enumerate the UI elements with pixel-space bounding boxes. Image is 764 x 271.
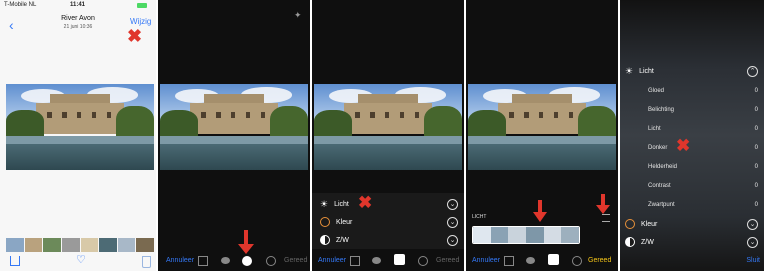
slider-row[interactable]: Helderheid 0 [620,160,764,174]
done-button[interactable]: Gereed [284,257,307,264]
slider-row[interactable]: Zwartpunt 0 [620,198,764,212]
crop-icon[interactable] [504,256,514,266]
arrow-down-icon [238,230,254,254]
category-label: Z/W [336,236,349,244]
panel-edit-mode: ✦ Annuleer Gereed [158,0,310,271]
crop-icon[interactable] [350,256,360,266]
crop-icon[interactable] [198,256,208,266]
x-marker-icon: ✖ [358,193,373,212]
done-button[interactable]: Gereed [588,257,611,264]
adjust-icon[interactable] [548,254,559,265]
slider-value: 0 [754,107,758,113]
more-icon[interactable] [418,256,428,266]
share-icon[interactable] [10,256,20,266]
slider-value: 0 [754,88,758,94]
category-label: Licht [334,200,349,208]
bw-icon [625,237,635,247]
slider-row[interactable]: Donker 0 [620,141,764,155]
more-icon[interactable] [266,256,276,266]
slider-value: 0 [754,145,758,151]
category-label: Z/W [641,238,654,246]
category-label: Kleur [641,220,658,228]
close-button[interactable]: Sluit [746,257,760,264]
chevron-down-icon[interactable]: ⌄ [447,216,458,228]
slider-label: Licht [648,126,661,132]
list-icon[interactable] [602,214,610,222]
edit-button[interactable]: Wijzig [130,17,151,26]
color-icon [625,219,635,229]
panel-light-sliders: ☀ Licht ⌃ Gloed 0 Belichting 0 Licht 0 Donker 0… [620,0,764,271]
slider-row[interactable]: Belichting 0 [620,103,764,117]
filters-icon[interactable] [526,257,535,264]
chevron-up-icon[interactable]: ⌃ [747,65,758,77]
filters-icon[interactable] [372,257,381,264]
sun-icon: ☀ [625,65,634,76]
light-header-row[interactable]: ☀ Licht ⌃ [620,64,764,78]
adjust-icon[interactable] [394,254,405,265]
slider-row[interactable]: Contrast 0 [620,179,764,193]
slider-label: Contrast [648,183,671,189]
bw-icon [320,235,330,245]
cancel-button[interactable]: Annuleer [318,257,346,264]
cancel-button[interactable]: Annuleer [472,257,500,264]
thumbnail-strip[interactable] [6,238,154,252]
adjust-list: ☀ Licht ⌄ ✖ Kleur ⌄ Z/W ⌄ [312,193,464,249]
slider-row[interactable]: Gloed 0 [620,84,764,98]
adjust-icon[interactable] [242,256,252,266]
section-label: LICHT [472,214,487,220]
category-label: Kleur [336,218,353,226]
panel-photo-viewer: T-Mobile NL 11:41 ‹ River Avon 21 juni 1… [0,0,156,271]
magic-wand-icon[interactable]: ✦ [294,10,302,21]
chevron-down-icon[interactable]: ⌄ [747,236,758,248]
light-photo [468,84,616,170]
arrow-down-icon [596,194,610,214]
slider-row[interactable]: Licht 0 [620,122,764,136]
light-header-label: Licht [639,67,654,75]
arrow-down-icon [533,200,547,222]
heart-icon[interactable]: ♡ [76,255,86,266]
slider-value: 0 [754,164,758,170]
slider-label: Zwartpunt [648,202,675,208]
light-filmstrip[interactable] [472,226,580,244]
slider-label: Gloed [648,88,665,94]
sun-icon: ☀ [320,198,329,209]
cancel-button[interactable]: Annuleer [166,257,194,264]
category-row-color[interactable]: Kleur ⌄ [312,215,464,229]
category-row-bw[interactable]: Z/W ⌄ [312,233,464,247]
color-icon [320,217,330,227]
x-marker-icon: ✖ [127,26,143,46]
slider-label: Helderheid [648,164,678,170]
chevron-down-icon[interactable]: ⌄ [447,198,458,210]
main-photo [6,84,154,170]
category-row-bw[interactable]: Z/W ⌄ [620,235,764,249]
adjust-photo [314,84,462,170]
chevron-down-icon[interactable]: ⌄ [747,218,758,230]
chevron-down-icon[interactable]: ⌄ [447,234,458,246]
slider-label: Belichting [648,107,675,113]
slider-value: 0 [754,126,758,132]
time-text: 11:41 [70,2,86,8]
edit-photo [160,84,308,170]
slider-value: 0 [754,183,758,189]
trash-icon[interactable] [142,256,151,268]
status-bar: T-Mobile NL 11:41 [0,0,156,12]
battery-icon [137,3,147,8]
slider-value: 0 [754,202,758,208]
slider-label: Donker [648,145,668,151]
done-button[interactable]: Gereed [436,257,459,264]
filters-icon[interactable] [221,257,230,264]
x-marker-icon: ✖ [676,136,691,155]
carrier-text: T-Mobile NL [4,2,37,8]
category-row-light[interactable]: ☀ Licht ⌄ [312,197,464,211]
more-icon[interactable] [572,256,582,266]
category-row-color[interactable]: Kleur ⌄ [620,217,764,231]
panel-adjust-categories: ☀ Licht ⌄ ✖ Kleur ⌄ Z/W ⌄ Annuleer Geree… [312,0,464,271]
panel-light-strip: LICHT Annuleer Gereed [466,0,618,271]
